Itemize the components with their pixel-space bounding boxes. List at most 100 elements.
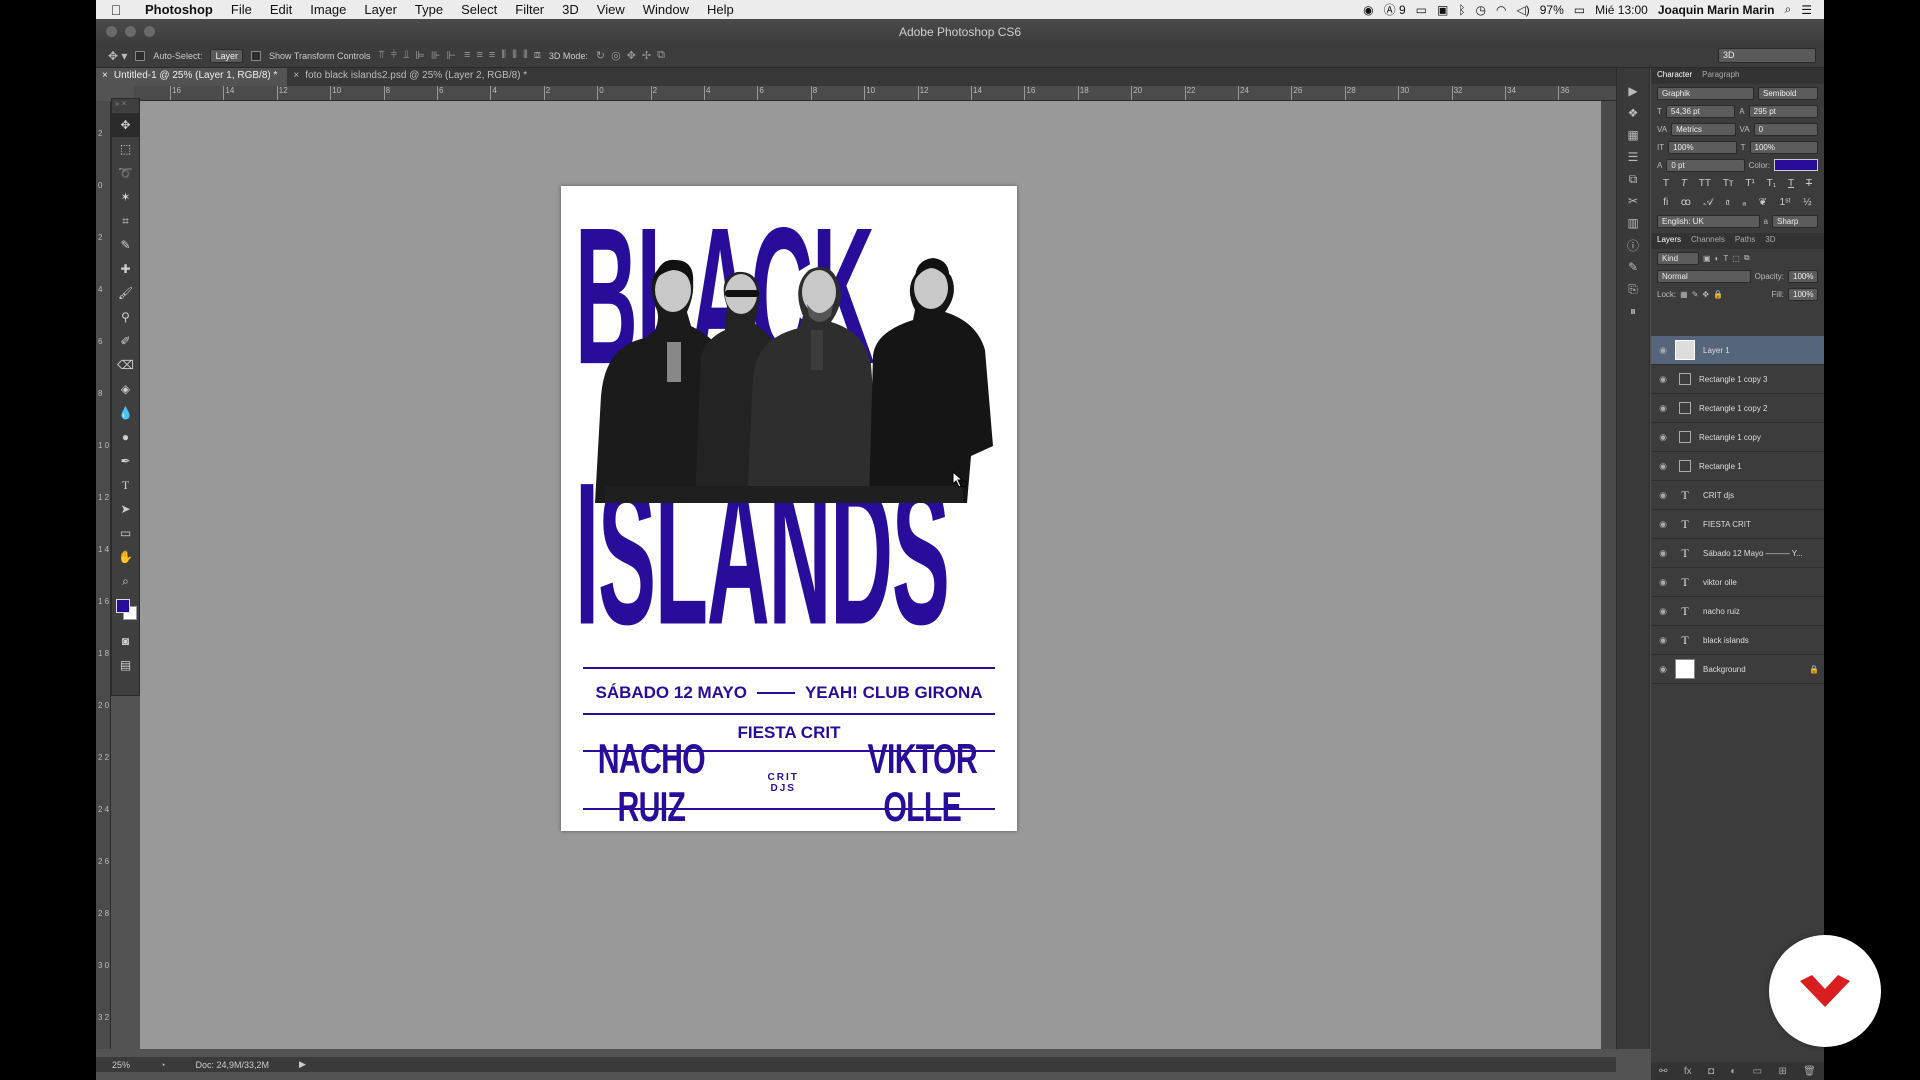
align-right-icon[interactable]: ⊩ <box>446 49 456 62</box>
play-action-icon[interactable]: ▶ <box>1617 80 1649 102</box>
align-top-icon[interactable]: ⫪ <box>379 49 385 62</box>
layer-filter-select[interactable]: Kind <box>1657 251 1699 265</box>
kerning-field[interactable]: Metrics <box>1671 122 1736 136</box>
layer-row-background[interactable]: ◉ Background 🔒 <box>1651 655 1824 684</box>
visibility-eye-icon[interactable]: ◉ <box>1651 635 1675 646</box>
opacity-field[interactable]: 100% <box>1788 269 1818 283</box>
visibility-eye-icon[interactable]: ◉ <box>1651 461 1675 472</box>
battery-icon[interactable]: ▭ <box>1574 3 1585 17</box>
filter-type-icon[interactable]: T <box>1723 254 1728 263</box>
small-caps-icon[interactable]: Tт <box>1723 178 1734 189</box>
font-size-field[interactable]: 54,36 pt <box>1665 104 1736 118</box>
paint-bucket-tool-icon[interactable]: ◈ <box>112 377 139 401</box>
antialias-select[interactable]: Sharp <box>1772 214 1818 228</box>
layer-row-black-islands[interactable]: ◉ T black islands <box>1651 626 1824 655</box>
filter-adjustment-icon[interactable]: ◐ <box>1715 254 1720 263</box>
layer-row-sabado[interactable]: ◉ T Sábado 12 Mayo ——— Y... <box>1651 539 1824 568</box>
bluetooth-icon[interactable]: ᛒ <box>1458 3 1465 17</box>
tracking-field[interactable]: 0 <box>1753 122 1818 136</box>
leading-field[interactable]: 295 pt <box>1748 104 1819 118</box>
spotlight-search-icon[interactable]: ⌕ <box>1785 2 1792 17</box>
layer-row-rectangle-1[interactable]: ◉ Rectangle 1 <box>1651 452 1824 481</box>
all-caps-icon[interactable]: TT <box>1699 178 1711 189</box>
visibility-eye-icon[interactable]: ◉ <box>1651 664 1675 675</box>
fill-field[interactable]: 100% <box>1788 287 1818 301</box>
layer-style-icon[interactable]: fx <box>1684 1066 1692 1077</box>
layer-row-rectangle-1-copy-3[interactable]: ◉ Rectangle 1 copy 3 <box>1651 365 1824 394</box>
type-tool-icon[interactable]: T <box>112 473 139 497</box>
vertical-scrollbar[interactable] <box>1601 101 1616 1049</box>
titling-icon[interactable]: ₐ <box>1742 197 1746 208</box>
blur-tool-icon[interactable]: 💧 <box>112 401 139 425</box>
visibility-eye-icon[interactable]: ◉ <box>1651 403 1675 414</box>
distribute-hcenter-icon[interactable]: ⦀ <box>512 49 517 62</box>
move-tool-icon[interactable]: ✥ <box>112 113 139 137</box>
horizontal-ruler[interactable]: 16 14 12 10 8 6 4 2 0 2 4 6 8 10 12 14 16 18 20 22 24 26 28 30 3… <box>134 86 1616 101</box>
rectangle-tool-icon[interactable]: ▭ <box>112 521 139 545</box>
clock[interactable]: Mié 13:00 <box>1595 3 1648 17</box>
layer-row-fiesta-crit[interactable]: ◉ T FIESTA CRIT <box>1651 510 1824 539</box>
text-color-swatch[interactable] <box>1774 159 1818 171</box>
record-icon[interactable]: ◉ <box>1363 3 1373 17</box>
clone-stamp-tool-icon[interactable]: ⚲ <box>112 305 139 329</box>
layer-comps-icon[interactable]: ⧉ <box>1617 168 1649 190</box>
filter-smart-icon[interactable]: ⧉ <box>1744 253 1750 263</box>
menu-file[interactable]: File <box>222 2 261 17</box>
stylistic-alternates-icon[interactable]: 𝔞 <box>1726 197 1730 208</box>
apple-menu-icon[interactable]:  <box>96 2 136 18</box>
align-vcenter-icon[interactable]: ⫩ <box>391 49 397 62</box>
brush-tool-icon[interactable]: 🖌 <box>112 281 139 305</box>
menu-edit[interactable]: Edit <box>261 2 301 17</box>
visibility-eye-icon[interactable]: ◉ <box>1651 519 1675 530</box>
marquee-tool-icon[interactable]: ⬚ <box>112 137 139 161</box>
lasso-tool-icon[interactable]: ➰ <box>112 161 139 185</box>
layer-row-nacho-ruiz[interactable]: ◉ T nacho ruiz <box>1651 597 1824 626</box>
delete-layer-icon[interactable]: 🗑 <box>1803 1066 1816 1077</box>
adobe-cloud-icon[interactable]: Ⓐ 9 <box>1384 1 1406 18</box>
3d-scale-icon[interactable]: ⧉ <box>657 49 665 62</box>
faux-italic-icon[interactable]: T <box>1681 178 1687 189</box>
workspace-dropdown[interactable]: 3D <box>1718 48 1816 63</box>
layer-row-crit-djs[interactable]: ◉ T CRIT djs <box>1651 481 1824 510</box>
history-brush-tool-icon[interactable]: ✐ <box>112 329 139 353</box>
foreground-color-swatch[interactable] <box>116 599 130 613</box>
canvas-area[interactable]: BLACK ISLANDS SÁBADO 12 MAYO YEAH! CLUB … <box>140 101 1616 1049</box>
distribute-vcenter-icon[interactable]: ≡ <box>476 49 482 62</box>
poster-document[interactable]: BLACK ISLANDS SÁBADO 12 MAYO YEAH! CLUB … <box>561 186 1017 831</box>
font-family-select[interactable]: Graphik <box>1657 86 1754 100</box>
layer-row-viktor-olle[interactable]: ◉ T viktor olle <box>1651 568 1824 597</box>
time-machine-icon[interactable]: ◷ <box>1476 3 1486 17</box>
strikethrough-icon[interactable]: T <box>1806 178 1812 189</box>
status-menu-arrow-icon[interactable]: ▶ <box>299 1059 306 1070</box>
menu-help[interactable]: Help <box>698 2 743 17</box>
visibility-eye-icon[interactable]: ◉ <box>1651 432 1675 443</box>
pen-tool-icon[interactable]: ✒ <box>112 449 139 473</box>
font-style-select[interactable]: Semibold <box>1758 86 1818 100</box>
align-left-icon[interactable]: ⊫ <box>415 49 425 62</box>
3d-slide-icon[interactable]: ✢ <box>642 49 651 62</box>
close-tab-icon[interactable]: × <box>102 70 108 86</box>
quick-mask-icon[interactable]: ◙ <box>112 629 139 653</box>
menu-view[interactable]: View <box>588 2 634 17</box>
healing-brush-tool-icon[interactable]: ✚ <box>112 257 139 281</box>
zoom-level[interactable]: 25% <box>112 1060 130 1070</box>
layer-row-rectangle-1-copy[interactable]: ◉ Rectangle 1 copy <box>1651 423 1824 452</box>
dodge-tool-icon[interactable]: ● <box>112 425 139 449</box>
transform-controls-checkbox[interactable] <box>250 50 261 61</box>
align-hcenter-icon[interactable]: ⊪ <box>431 49 441 62</box>
vertical-ruler[interactable]: 2 0 2 4 6 8 1 0 1 2 1 4 1 6 1 8 2 0 2 2 2 4 2 6 2 8 3 0 3… <box>96 101 111 1049</box>
timeline-icon[interactable]: ⏸ <box>1617 300 1649 322</box>
move-tool-preset-icon[interactable]: ✥ ▾ <box>108 49 127 63</box>
tab-3d[interactable]: 3D <box>1765 235 1775 247</box>
new-layer-icon[interactable]: ⊞ <box>1778 1066 1786 1077</box>
visibility-eye-icon[interactable]: ◉ <box>1651 548 1675 559</box>
brush-presets-icon[interactable]: ✎ <box>1617 256 1649 278</box>
horizontal-scale-field[interactable]: 100% <box>1749 140 1818 154</box>
crop-tool-icon[interactable]: ⌗ <box>112 209 139 233</box>
align-bottom-icon[interactable]: ⫫ <box>403 49 409 62</box>
menu-3d[interactable]: 3D <box>553 2 588 17</box>
faux-bold-icon[interactable]: T <box>1663 178 1669 189</box>
swash-icon[interactable]: 𝒜 <box>1704 197 1713 208</box>
eraser-tool-icon[interactable]: ⌫ <box>112 353 139 377</box>
wifi-icon[interactable]: ◠ <box>1496 3 1506 17</box>
